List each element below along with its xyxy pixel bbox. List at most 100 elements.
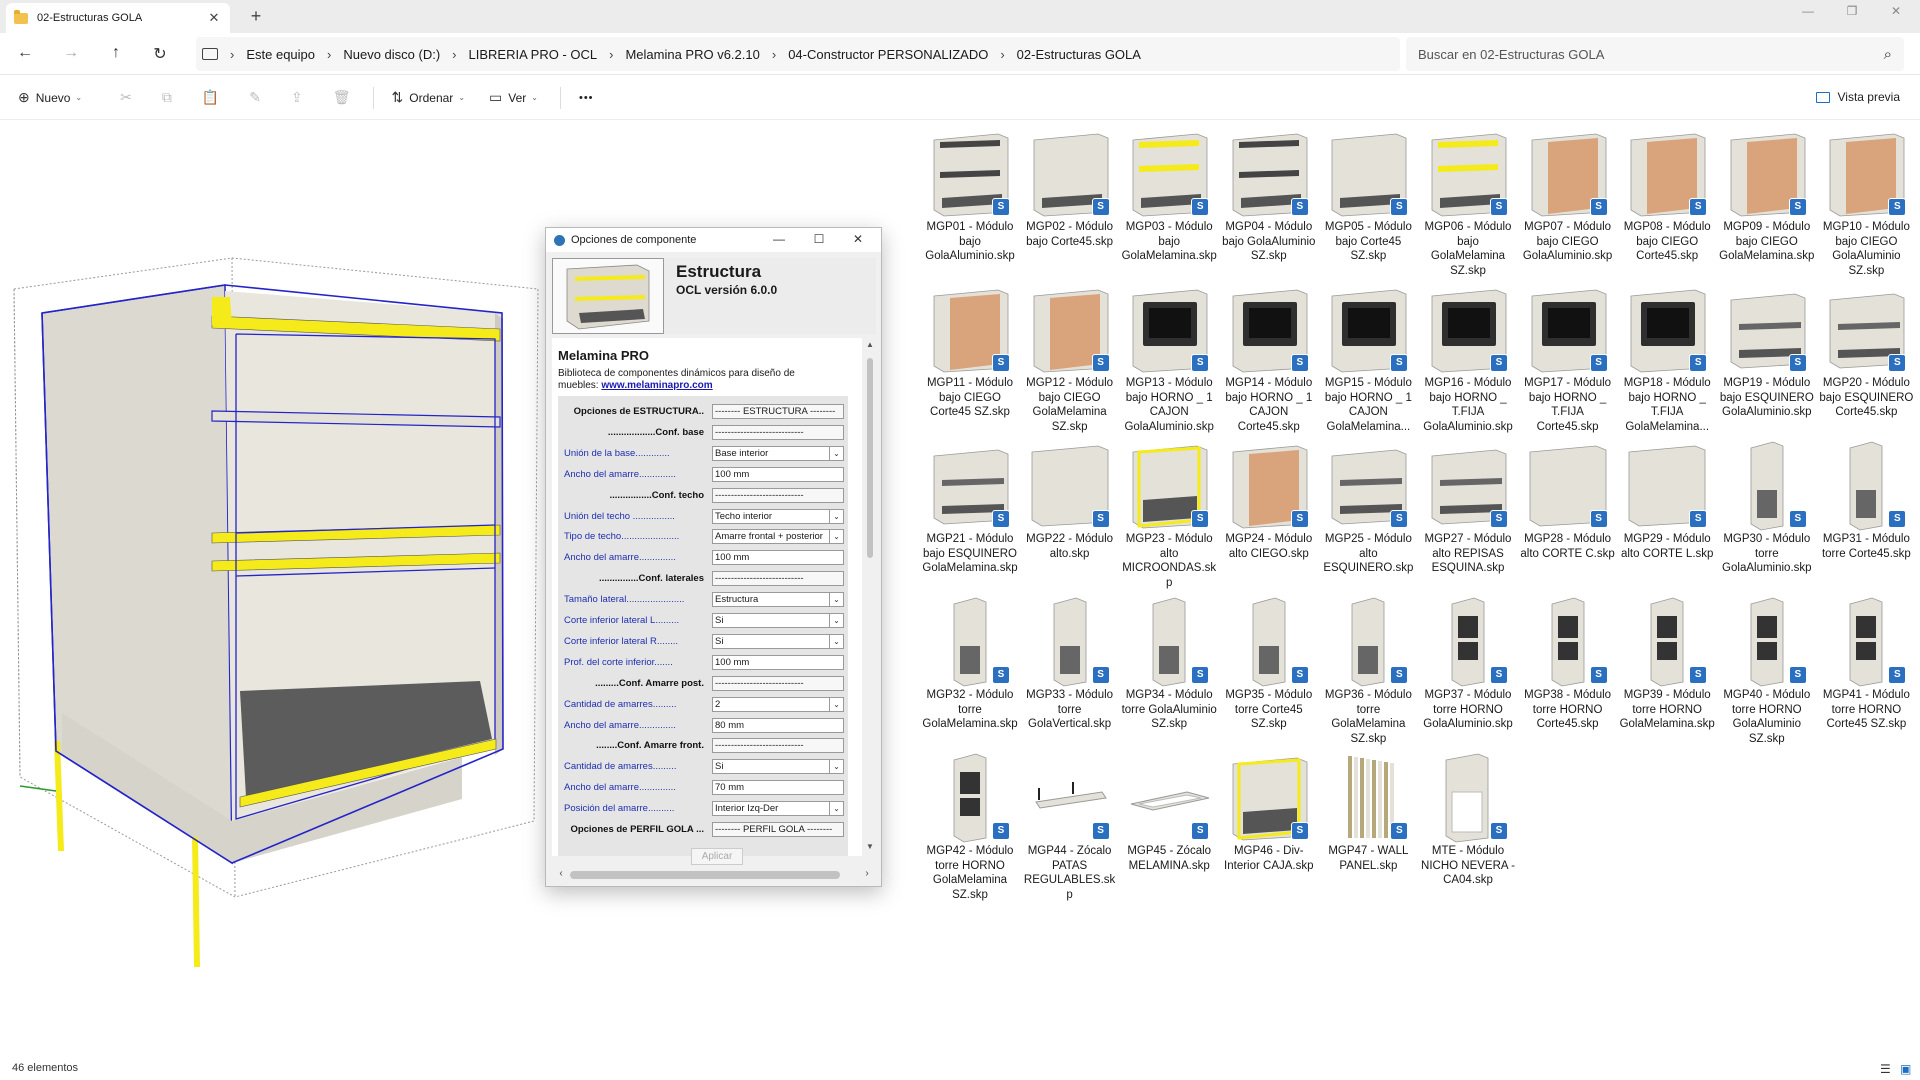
dialog-close-button[interactable]: ✕ [849,232,867,246]
new-tab-button[interactable]: + [246,6,266,27]
file-item[interactable]: S MGP08 - Módulo bajo CIEGO Corte45.skp [1619,128,1715,278]
close-tab-icon[interactable]: ✕ [206,10,222,26]
file-item[interactable]: S MGP13 - Módulo bajo HORNO _ 1 CAJON Gol… [1121,284,1217,434]
details-view-button[interactable]: ☰ [1880,1062,1891,1076]
option-input[interactable]: 100 mm [712,654,844,670]
file-item[interactable]: S MGP18 - Módulo bajo HORNO _ T.FIJA Gola… [1619,284,1715,434]
share-icon[interactable]: ⇪ [291,89,303,106]
dialog-titlebar[interactable]: Opciones de componente — ☐ ✕ [546,228,881,252]
paste-icon[interactable]: 📋 [202,89,219,106]
option-select[interactable]: Si ⌄ [712,633,844,649]
file-item[interactable]: S MGP28 - Módulo alto CORTE C.skp [1520,440,1616,590]
forward-button[interactable]: → [59,44,83,62]
copy-icon[interactable]: ⧉ [162,89,172,106]
file-item[interactable]: S MGP09 - Módulo bajo CIEGO GolaMelamina.… [1719,128,1815,278]
breadcrumb-item[interactable]: Este equipo [246,47,315,62]
file-item[interactable]: S MGP14 - Módulo bajo HORNO _ 1 CAJON Cor… [1221,284,1317,434]
file-item[interactable]: S MGP05 - Módulo bajo Corte45 SZ.skp [1320,128,1416,278]
website-link[interactable]: www.melaminapro.com [601,380,712,391]
option-input[interactable]: 70 mm [712,780,844,796]
more-options-button[interactable]: ••• [579,92,594,104]
dialog-maximize-button[interactable]: ☐ [810,232,828,246]
scroll-thumb[interactable] [867,358,873,558]
scroll-down-icon[interactable]: ▼ [864,842,876,851]
file-item[interactable]: S MGP35 - Módulo torre Corte45 SZ.skp [1221,596,1317,746]
file-item[interactable]: S MGP33 - Módulo torre GolaVertical.skp [1022,596,1118,746]
file-item[interactable]: S MGP10 - Módulo bajo CIEGO GolaAluminio … [1818,128,1914,278]
file-item[interactable]: S MGP45 - Zócalo MELAMINA.skp [1121,752,1217,902]
file-item[interactable]: S MGP44 - Zócalo PATAS REGULABLES.skp [1022,752,1118,902]
chevron-down-icon[interactable]: ⌄ [829,697,843,711]
chevron-down-icon[interactable]: ⌄ [829,530,843,544]
file-item[interactable]: S MGP36 - Módulo torre GolaMelamina SZ.sk… [1320,596,1416,746]
file-item[interactable]: S MGP30 - Módulo torre GolaAluminio.skp [1719,440,1815,590]
file-item[interactable]: S MGP17 - Módulo bajo HORNO _ T.FIJA Cort… [1520,284,1616,434]
file-item[interactable]: S MGP20 - Módulo bajo ESQUINERO Corte45.s… [1818,284,1914,434]
file-item[interactable]: S MGP46 - Div-Interior CAJA.skp [1221,752,1317,902]
scroll-up-icon[interactable]: ▲ [864,340,876,349]
file-item[interactable]: S MGP03 - Módulo bajo GolaMelamina.skp [1121,128,1217,278]
tiles-view-button[interactable]: ▣ [1900,1062,1911,1076]
chevron-down-icon[interactable]: ⌄ [829,634,843,648]
file-item[interactable]: S MGP22 - Módulo alto.skp [1022,440,1118,590]
file-item[interactable]: S MGP24 - Módulo alto CIEGO.skp [1221,440,1317,590]
up-button[interactable]: ↑ [104,44,128,62]
search-input[interactable]: Buscar en 02-Estructuras GOLA ⌕ [1406,37,1904,71]
file-item[interactable]: S MGP39 - Módulo torre HORNO GolaMelamina… [1619,596,1715,746]
chevron-down-icon[interactable]: ⌄ [829,614,843,627]
vertical-scrollbar[interactable]: ▲ ▼ [864,338,876,856]
option-select[interactable]: Techo interior ⌄ [712,508,844,524]
option-select[interactable]: Interior Izq-Der ⌄ [712,801,844,817]
chevron-down-icon[interactable]: ⌄ [829,593,843,607]
breadcrumb-item[interactable]: Melamina PRO v6.2.10 [625,47,759,62]
file-item[interactable]: S MGP31 - Módulo torre Corte45.skp [1818,440,1914,590]
file-item[interactable]: S MTE - Módulo NICHO NEVERA - CA04.skp [1420,752,1516,902]
option-input[interactable]: 80 mm [712,717,844,733]
chevron-down-icon[interactable]: ⌄ [829,509,843,523]
horizontal-scrollbar[interactable]: ‹ › [552,868,876,882]
option-select[interactable]: Estructura ⌄ [712,592,844,608]
file-item[interactable]: S MGP41 - Módulo torre HORNO Corte45 SZ.s… [1818,596,1914,746]
tab-active[interactable]: 02-Estructuras GOLA ✕ [6,3,230,33]
option-select[interactable]: Amarre frontal + posterior ⌄ [712,529,844,545]
cut-icon[interactable]: ✂ [120,89,132,106]
breadcrumb-item[interactable]: Nuevo disco (D:) [343,47,440,62]
file-item[interactable]: S MGP19 - Módulo bajo ESQUINERO GolaAlumi… [1719,284,1815,434]
back-button[interactable]: ← [13,44,37,62]
file-item[interactable]: S MGP27 - Módulo alto REPISAS ESQUINA.skp [1420,440,1516,590]
option-select[interactable]: Base interior ⌄ [712,445,844,461]
option-select[interactable]: Si ⌄ [712,759,844,775]
file-item[interactable]: S MGP32 - Módulo torre GolaMelamina.skp [922,596,1018,746]
close-window-button[interactable]: ✕ [1884,4,1908,18]
minimize-button[interactable]: — [1796,4,1820,18]
file-item[interactable]: S MGP21 - Módulo bajo ESQUINERO GolaMelam… [922,440,1018,590]
file-item[interactable]: S MGP23 - Módulo alto MICROONDAS.skp [1121,440,1217,590]
file-item[interactable]: S MGP38 - Módulo torre HORNO Corte45.skp [1520,596,1616,746]
chevron-down-icon[interactable]: ⌄ [829,446,843,460]
file-item[interactable]: S MGP11 - Módulo bajo CIEGO Corte45 SZ.sk… [922,284,1018,434]
file-item[interactable]: S MGP02 - Módulo bajo Corte45.skp [1022,128,1118,278]
file-item[interactable]: S MGP29 - Módulo alto CORTE L.skp [1619,440,1715,590]
sort-button[interactable]: ⇅ Ordenar ⌄ [392,89,465,106]
option-select[interactable]: 2 ⌄ [712,696,844,712]
file-item[interactable]: S MGP12 - Módulo bajo CIEGO GolaMelamina … [1022,284,1118,434]
delete-icon[interactable]: 🗑 [333,89,351,106]
option-select[interactable]: Si ⌄ [712,613,844,628]
breadcrumb-item[interactable]: 04-Constructor PERSONALIZADO [788,47,988,62]
file-item[interactable]: S MGP25 - Módulo alto ESQUINERO.skp [1320,440,1416,590]
scroll-right-icon[interactable]: › [860,868,874,879]
breadcrumb[interactable]: › Este equipo › Nuevo disco (D:) › LIBRE… [196,37,1400,71]
file-item[interactable]: S MGP34 - Módulo torre GolaAluminio SZ.sk… [1121,596,1217,746]
file-item[interactable]: S MGP06 - Módulo bajo GolaMelamina SZ.skp [1420,128,1516,278]
option-input[interactable]: 100 mm [712,550,844,566]
file-item[interactable]: S MGP07 - Módulo bajo CIEGO GolaAluminio.… [1520,128,1616,278]
option-input[interactable]: 100 mm [712,466,844,482]
file-item[interactable]: S MGP37 - Módulo torre HORNO GolaAluminio… [1420,596,1516,746]
file-item[interactable]: S MGP15 - Módulo bajo HORNO _ 1 CAJON Gol… [1320,284,1416,434]
chevron-down-icon[interactable]: ⌄ [829,760,843,774]
chevron-down-icon[interactable]: ⌄ [829,802,843,816]
new-button[interactable]: ⊕ Nuevo ⌄ [18,89,82,106]
file-item[interactable]: S MGP42 - Módulo torre HORNO GolaMelamina… [922,752,1018,902]
file-item[interactable]: S MGP47 - WALL PANEL.skp [1320,752,1416,902]
rename-icon[interactable]: ✎ [249,89,261,106]
